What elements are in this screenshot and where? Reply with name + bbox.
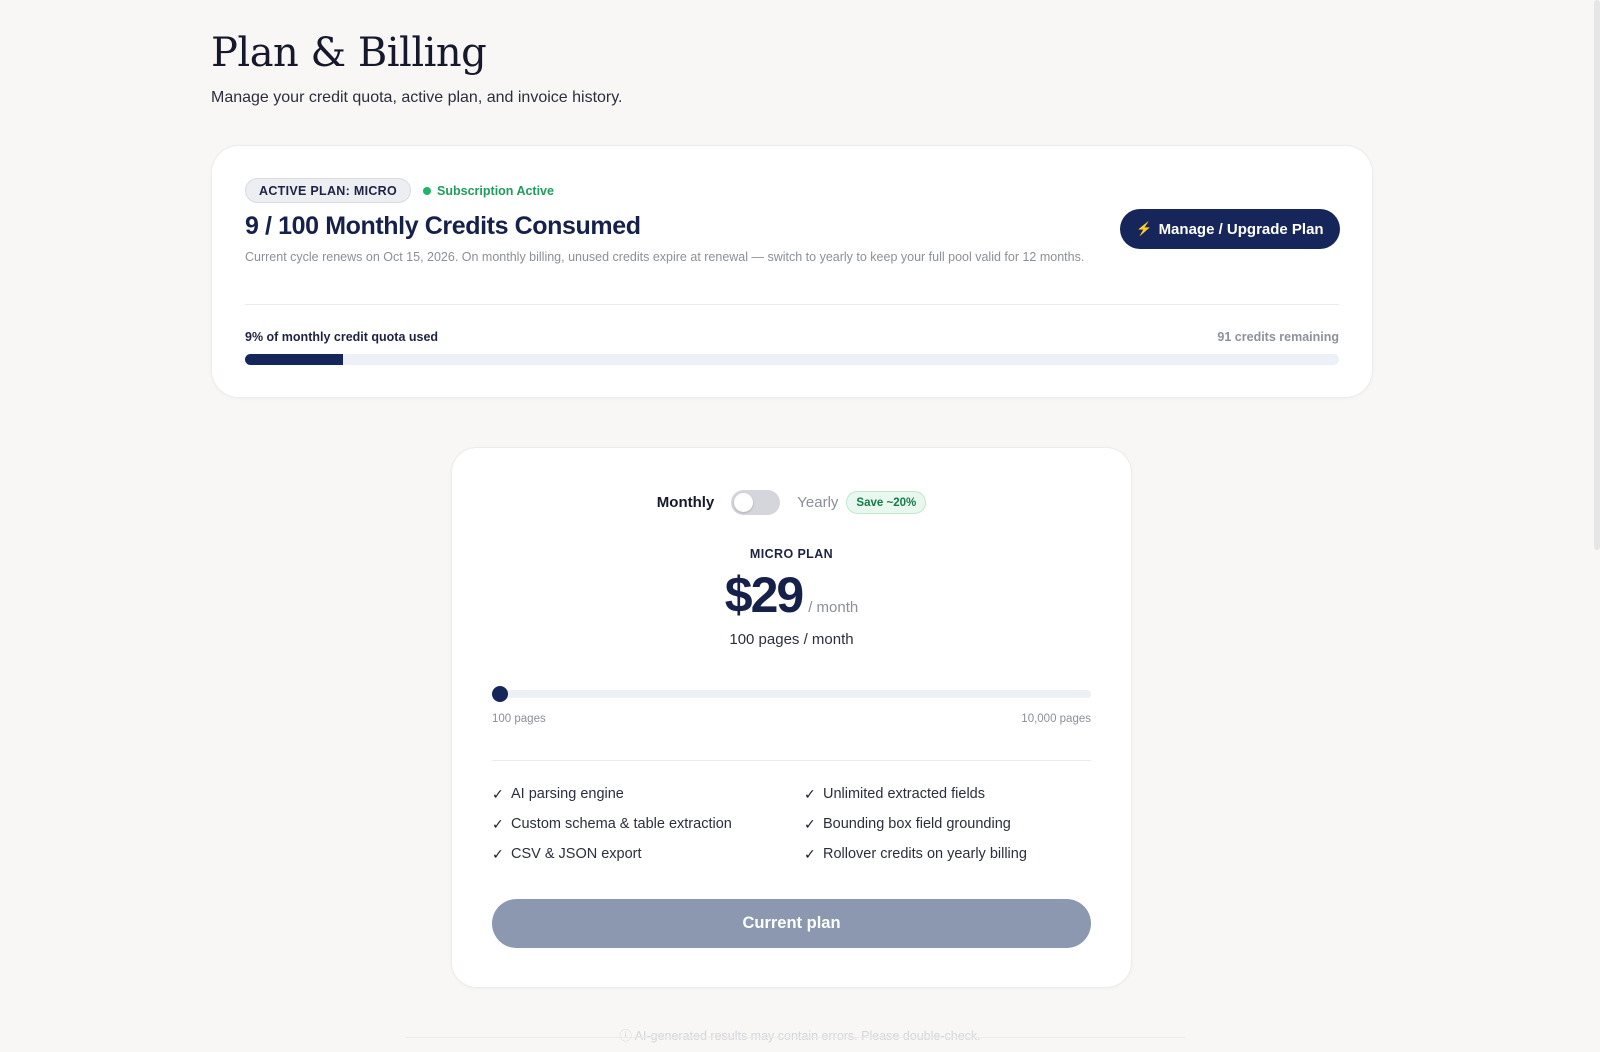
subscription-status: Subscription Active — [423, 184, 554, 198]
card-divider — [245, 304, 1339, 305]
quota-progress-bar — [245, 354, 1339, 365]
feature-item: ✓ AI parsing engine — [492, 785, 804, 803]
feature-label: Custom schema & table extraction — [511, 816, 732, 832]
checkmark-icon: ✓ — [492, 845, 504, 862]
credits-consumed-title: 9 / 100 Monthly Credits Consumed — [245, 212, 641, 240]
toggle-knob — [734, 493, 754, 512]
ai-disclaimer-text: AI-generated results may contain errors.… — [634, 1029, 981, 1043]
plan-name: MICRO PLAN — [749, 547, 834, 561]
info-icon: ⓘ — [619, 1029, 632, 1043]
plan-badge-row: ACTIVE PLAN: MICRO Subscription Active — [245, 178, 554, 203]
pages-slider-thumb[interactable] — [492, 686, 508, 702]
price-row: $29 / month — [452, 566, 1131, 624]
quota-progress-fill — [245, 354, 344, 365]
billing-period-toggle[interactable] — [731, 490, 781, 515]
feature-list: ✓ AI parsing engine ✓ Unlimited extracted … — [492, 785, 1091, 863]
status-dot-icon — [423, 186, 432, 195]
checkmark-icon: ✓ — [492, 785, 504, 802]
ai-disclaimer: ⓘ AI-generated results may contain error… — [0, 1025, 1600, 1044]
checkmark-icon: ✓ — [804, 785, 816, 802]
manage-upgrade-plan-label: Manage / Upgrade Plan — [1158, 220, 1324, 238]
current-plan-button[interactable]: Current plan — [492, 899, 1091, 948]
billing-toggle-row: Monthly Yearly Save ~20% — [452, 490, 1131, 515]
billing-yearly-label[interactable]: Yearly — [797, 494, 838, 511]
slider-min-label: 100 pages — [492, 713, 546, 725]
slider-max-label: 10,000 pages — [1021, 713, 1091, 725]
footer-divider — [405, 1037, 1185, 1038]
feature-item: ✓ Custom schema & table extraction — [492, 815, 804, 833]
feature-item: ✓ Rollover credits on yearly billing — [804, 845, 1091, 863]
page-scrollbar[interactable] — [1594, 0, 1600, 550]
pricing-divider — [492, 760, 1091, 761]
price-period: / month — [808, 599, 859, 616]
feature-label: Bounding box field grounding — [823, 816, 1011, 832]
cycle-renewal-note: Current cycle renews on Oct 15, 2026. On… — [245, 250, 1085, 264]
pages-slider[interactable] — [492, 686, 1091, 702]
active-plan-badge: ACTIVE PLAN: MICRO — [245, 178, 412, 203]
active-plan-card: ACTIVE PLAN: MICRO Subscription Active 9… — [211, 145, 1373, 398]
plan-price: $29 — [724, 567, 804, 623]
feature-item: ✓ Bounding box field grounding — [804, 815, 1091, 833]
billing-monthly-label[interactable]: Monthly — [657, 494, 715, 511]
feature-item: ✓ Unlimited extracted fields — [804, 785, 1091, 803]
quota-used-label: 9% of monthly credit quota used — [245, 330, 439, 344]
feature-item: ✓ CSV & JSON export — [492, 845, 804, 863]
lightning-bolt-icon: ⚡ — [1136, 221, 1153, 236]
page-title: Plan & Billing — [211, 30, 487, 76]
feature-label: Rollover credits on yearly billing — [823, 846, 1027, 862]
feature-label: CSV & JSON export — [511, 846, 642, 862]
checkmark-icon: ✓ — [804, 815, 816, 832]
pricing-card: Monthly Yearly Save ~20% MICRO PLAN $29 … — [451, 447, 1132, 988]
checkmark-icon: ✓ — [804, 845, 816, 862]
pages-per-month: 100 pages / month — [729, 631, 854, 648]
feature-label: AI parsing engine — [511, 786, 624, 802]
yearly-savings-badge: Save ~20% — [846, 491, 927, 514]
manage-upgrade-plan-button[interactable]: ⚡ Manage / Upgrade Plan — [1120, 209, 1340, 249]
subscription-status-label: Subscription Active — [437, 183, 554, 198]
credits-remaining-label: 91 credits remaining — [1217, 330, 1339, 344]
page-subtitle: Manage your credit quota, active plan, a… — [211, 89, 623, 106]
feature-label: Unlimited extracted fields — [823, 786, 985, 802]
checkmark-icon: ✓ — [492, 815, 504, 832]
